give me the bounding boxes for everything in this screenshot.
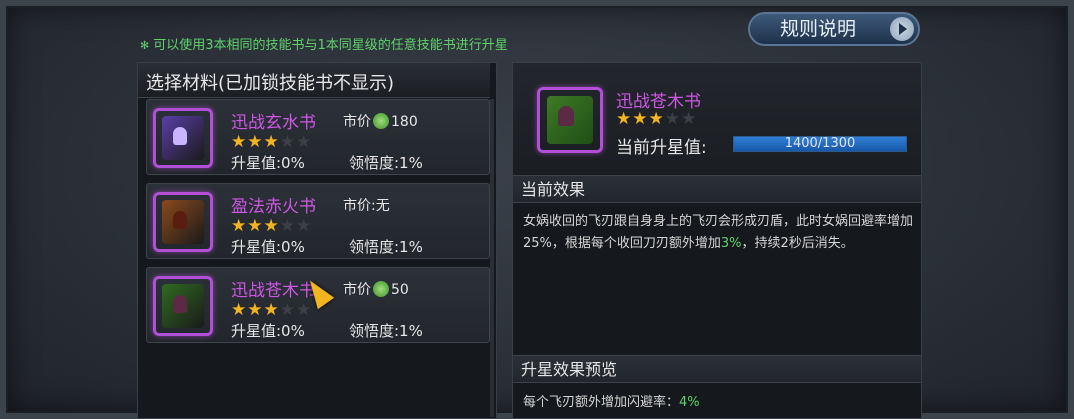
jade-coin-icon <box>373 281 389 297</box>
star-filled-icon: ★ <box>632 109 649 129</box>
star-value: 升星值:0% <box>231 238 305 256</box>
star-filled-icon: ★ <box>231 216 248 236</box>
selected-book-icon <box>537 87 603 153</box>
skill-book-icon <box>153 108 213 168</box>
upgrade-detail-panel: 迅战苍木书 ★★★★★ 当前升星值: 1400/1300 当前效果 女娲收回的飞… <box>512 62 922 419</box>
star-filled-icon: ★ <box>263 132 280 152</box>
star-progress-text: 1400/1300 <box>784 136 856 151</box>
jade-coin-icon <box>373 113 389 129</box>
book-name: 盈法赤火书 <box>231 197 316 217</box>
price-label: 市价:无 <box>343 198 390 214</box>
comprehension: 领悟度:1% <box>349 322 423 340</box>
hint-bullet-icon: ✻ <box>140 39 150 52</box>
skill-book-icon <box>153 276 213 336</box>
price-label: 市价 <box>343 114 371 130</box>
star-filled-icon: ★ <box>247 216 264 236</box>
upgrade-hint: ✻ 可以使用3本相同的技能书与1本同星级的任意技能书进行升星 <box>140 34 508 53</box>
effect-text-part: ，持续2秒后消失。 <box>741 236 854 251</box>
star-empty-icon: ★ <box>279 132 296 152</box>
rules-button[interactable]: 规则说明 <box>748 12 920 46</box>
book-emblem <box>173 295 187 313</box>
book-emblem <box>173 127 187 145</box>
star-rating: ★★★★★ <box>231 300 312 320</box>
market-price: 市价 50 <box>343 279 409 299</box>
star-empty-icon: ★ <box>664 109 681 129</box>
material-panel-title: 选择材料(已加锁技能书不显示) <box>146 73 395 94</box>
star-value: 升星值:0% <box>231 322 305 340</box>
star-filled-icon: ★ <box>231 300 248 320</box>
upgrade-preview-title: 升星效果预览 <box>513 355 921 383</box>
book-emblem <box>558 106 574 126</box>
star-empty-icon: ★ <box>279 300 296 320</box>
star-empty-icon: ★ <box>296 132 313 152</box>
star-rating: ★★★★★ <box>231 132 312 152</box>
current-effect-title: 当前效果 <box>513 175 921 203</box>
upgrade-preview-text: 每个飞刃额外增加闪避率：4% <box>523 391 700 410</box>
book-name: 迅战玄水书 <box>231 113 316 133</box>
price-value: 180 <box>391 114 418 130</box>
star-filled-icon: ★ <box>648 109 665 129</box>
material-card[interactable]: 盈法赤火书 ★★★★★ 市价:无 升星值:0% 领悟度:1% <box>146 183 490 259</box>
star-filled-icon: ★ <box>616 109 633 129</box>
star-filled-icon: ★ <box>263 216 280 236</box>
rules-button-label: 规则说明 <box>780 18 857 40</box>
star-value: 升星值:0% <box>231 154 305 172</box>
effect-text-part: 女娲收回的飞刃跟自身身上的飞刃会形成刃盾，此时女娲回避率增加25%，根据每个收回… <box>523 214 914 251</box>
star-empty-icon: ★ <box>296 300 313 320</box>
star-progress-bar: 1400/1300 <box>733 136 907 152</box>
material-list-scrollbar[interactable] <box>490 99 494 417</box>
star-rating: ★★★★★ <box>231 216 312 236</box>
star-empty-icon: ★ <box>296 216 313 236</box>
star-progress-label: 当前升星值: <box>616 138 707 158</box>
current-effect-text: 女娲收回的飞刃跟自身身上的飞刃会形成刃盾，此时女娲回避率增加25%，根据每个收回… <box>523 211 915 255</box>
price-label: 市价 <box>343 282 371 298</box>
comprehension: 领悟度:1% <box>349 238 423 256</box>
book-emblem <box>173 211 187 229</box>
effect-bonus-value: 3% <box>720 236 742 251</box>
star-empty-icon: ★ <box>279 216 296 236</box>
star-filled-icon: ★ <box>247 300 264 320</box>
market-price: 市价:无 <box>343 195 390 215</box>
material-card[interactable]: 迅战玄水书 ★★★★★ 市价 180 升星值:0% 领悟度:1% <box>146 99 490 175</box>
material-select-panel: 选择材料(已加锁技能书不显示) 迅战玄水书 ★★★★★ 市价 180 升星值:0%… <box>137 62 497 419</box>
star-empty-icon: ★ <box>681 109 698 129</box>
preview-text-part: 每个飞刃额外增加闪避率： <box>523 395 680 410</box>
market-price: 市价 180 <box>343 111 418 131</box>
skill-book-icon <box>153 192 213 252</box>
hint-text: 可以使用3本相同的技能书与1本同星级的任意技能书进行升星 <box>153 38 508 53</box>
star-filled-icon: ★ <box>247 132 264 152</box>
comprehension: 领悟度:1% <box>349 154 423 172</box>
preview-bonus-value: 4% <box>679 395 700 410</box>
price-value: 50 <box>391 282 409 298</box>
play-arrow-icon <box>890 17 914 41</box>
star-filled-icon: ★ <box>231 132 248 152</box>
selected-star-rating: ★★★★★ <box>616 109 697 129</box>
star-filled-icon: ★ <box>263 300 280 320</box>
